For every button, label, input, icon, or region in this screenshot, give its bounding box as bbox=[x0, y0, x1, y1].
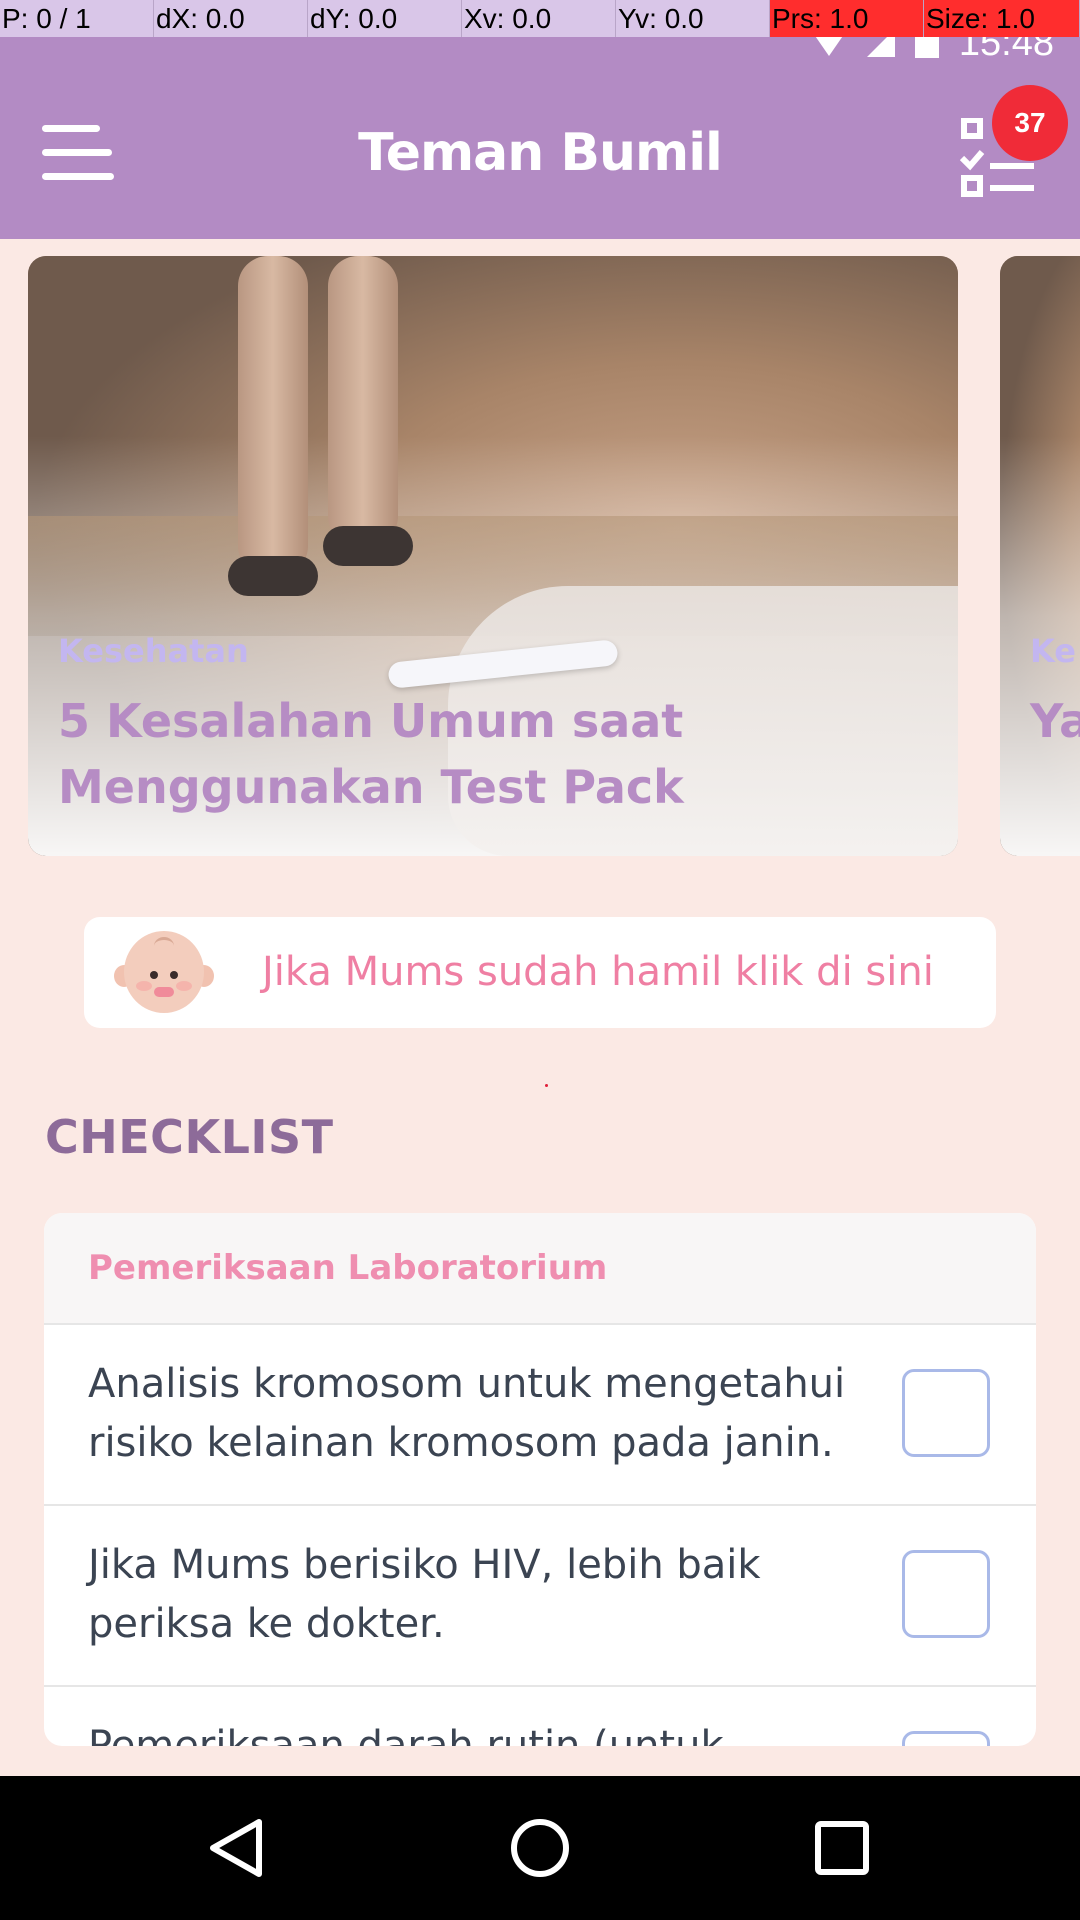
baby-face-icon bbox=[114, 931, 214, 1015]
debug-pointer: P: 0 / 1 bbox=[0, 0, 154, 37]
debug-yv: Yv: 0.0 bbox=[616, 0, 770, 37]
checklist-item[interactable]: Jika Mums berisiko HIV, lebih baik perik… bbox=[44, 1504, 1036, 1685]
banner-text: Jika Mums sudah hamil klik di sini bbox=[262, 949, 934, 995]
article-card[interactable]: Ke Ya Se bbox=[1000, 256, 1080, 856]
checklist-item-text: Jika Mums berisiko HIV, lebih baik perik… bbox=[88, 1542, 761, 1647]
already-pregnant-banner[interactable]: Jika Mums sudah hamil klik di sini bbox=[84, 917, 996, 1028]
article-category: Ke bbox=[1030, 632, 1076, 670]
pointer-debug-overlay: P: 0 / 1 dX: 0.0 dY: 0.0 Xv: 0.0 Yv: 0.0… bbox=[0, 0, 1080, 37]
touch-indicator bbox=[545, 1084, 548, 1087]
debug-size: Size: 1.0 bbox=[924, 0, 1080, 37]
debug-dy: dY: 0.0 bbox=[308, 0, 462, 37]
app-bar: Teman Bumil 37 bbox=[0, 63, 1080, 239]
notification-badge[interactable]: 37 bbox=[992, 85, 1068, 161]
article-image bbox=[1000, 256, 1080, 856]
app-title: Teman Bumil bbox=[358, 123, 723, 183]
article-title: 5 Kesalahan Umum saat Menggunakan Test P… bbox=[58, 694, 684, 814]
checkbox[interactable] bbox=[902, 1369, 990, 1457]
section-title: CHECKLIST bbox=[45, 1110, 334, 1164]
checkbox[interactable] bbox=[902, 1731, 990, 1746]
recent-apps-icon bbox=[815, 1821, 869, 1875]
article-card[interactable]: Kesehatan 5 Kesalahan Umum saat Mengguna… bbox=[28, 256, 958, 856]
back-icon bbox=[210, 1819, 262, 1877]
checklist-group-title: Pemeriksaan Laboratorium bbox=[44, 1213, 1036, 1323]
article-carousel[interactable]: Kesehatan 5 Kesalahan Umum saat Mengguna… bbox=[0, 256, 1080, 856]
checklist-item[interactable]: Pemeriksaan darah rutin (untuk bbox=[44, 1685, 1036, 1746]
checklist-card: Pemeriksaan Laboratorium Analisis kromos… bbox=[44, 1213, 1036, 1746]
article-title: Ya Se bbox=[1030, 694, 1080, 748]
checklist-item-text: Analisis kromosom untuk mengetahui risik… bbox=[88, 1361, 846, 1466]
debug-xv: Xv: 0.0 bbox=[462, 0, 616, 37]
debug-dx: dX: 0.0 bbox=[154, 0, 308, 37]
home-icon bbox=[511, 1819, 569, 1877]
article-category: Kesehatan bbox=[58, 632, 249, 670]
checklist-item[interactable]: Analisis kromosom untuk mengetahui risik… bbox=[44, 1323, 1036, 1504]
recent-apps-button[interactable] bbox=[810, 1816, 874, 1880]
home-button[interactable] bbox=[508, 1816, 572, 1880]
debug-pressure: Prs: 1.0 bbox=[770, 0, 924, 37]
checkbox[interactable] bbox=[902, 1550, 990, 1638]
checklist-item-text: Pemeriksaan darah rutin (untuk bbox=[88, 1723, 724, 1746]
system-nav-bar bbox=[0, 1776, 1080, 1920]
back-button[interactable] bbox=[205, 1816, 269, 1880]
